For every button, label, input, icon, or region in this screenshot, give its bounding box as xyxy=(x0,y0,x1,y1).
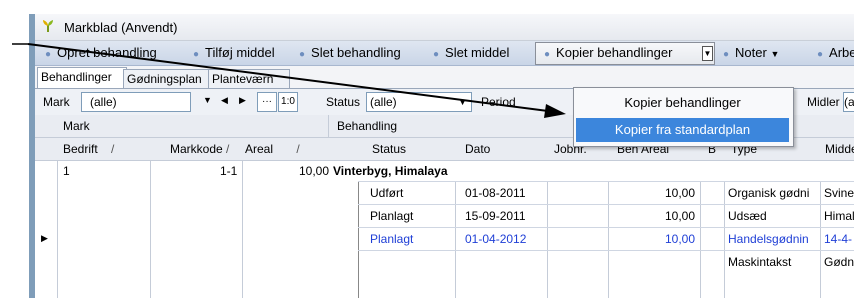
annotation-arrow xyxy=(12,43,566,118)
